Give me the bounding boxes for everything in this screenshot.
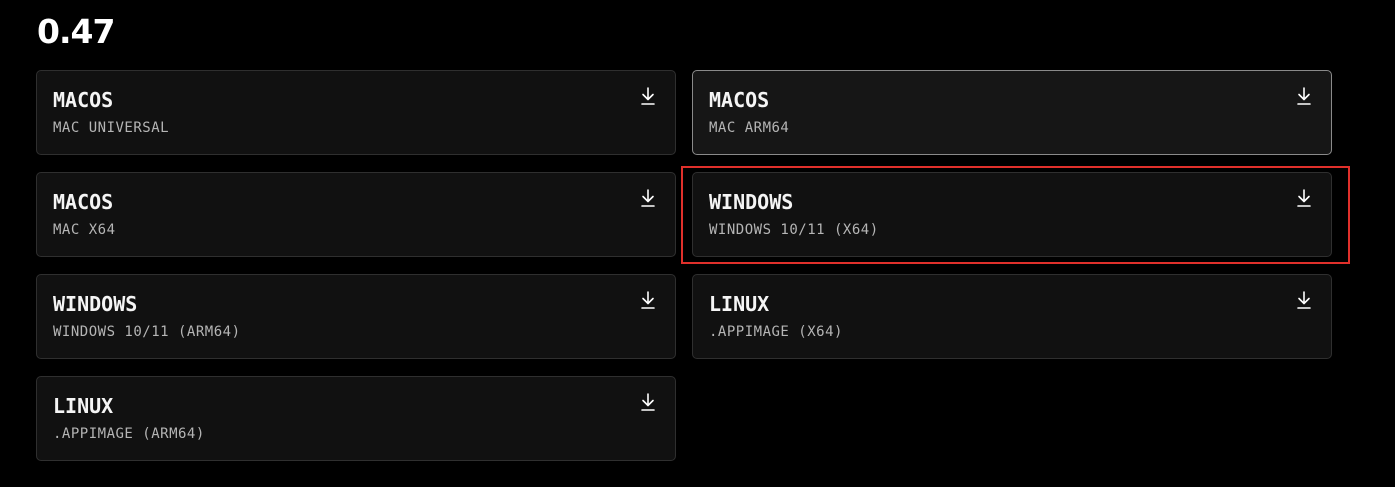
download-icon[interactable] bbox=[639, 188, 657, 208]
download-card-title: WINDOWS bbox=[53, 292, 138, 316]
download-card-title: LINUX bbox=[709, 292, 770, 316]
download-card-title: MACOS bbox=[53, 190, 114, 214]
download-card-mac-x64[interactable]: MACOS MAC X64 bbox=[36, 172, 676, 257]
download-card-linux-appimage-arm64[interactable]: LINUX .APPIMAGE (ARM64) bbox=[36, 376, 676, 461]
download-card-title: LINUX bbox=[53, 394, 114, 418]
download-card-subtitle: MAC X64 bbox=[53, 222, 116, 238]
download-card-subtitle: MAC UNIVERSAL bbox=[53, 120, 170, 136]
download-card-title: MACOS bbox=[53, 88, 114, 112]
download-card-subtitle: .APPIMAGE (X64) bbox=[709, 324, 843, 340]
download-card-subtitle: MAC ARM64 bbox=[709, 120, 790, 136]
download-icon[interactable] bbox=[1295, 290, 1313, 310]
download-icon[interactable] bbox=[1295, 86, 1313, 106]
download-card-mac-arm64[interactable]: MACOS MAC ARM64 bbox=[692, 70, 1332, 155]
download-card-subtitle: WINDOWS 10/11 (X64) bbox=[709, 222, 879, 238]
download-icon[interactable] bbox=[639, 290, 657, 310]
download-icon[interactable] bbox=[1295, 188, 1313, 208]
download-icon[interactable] bbox=[639, 86, 657, 106]
download-card-title: MACOS bbox=[709, 88, 770, 112]
download-card-mac-universal[interactable]: MACOS MAC UNIVERSAL bbox=[36, 70, 676, 155]
download-card-title: WINDOWS bbox=[709, 190, 794, 214]
download-icon[interactable] bbox=[639, 392, 657, 412]
version-title: 0.47 bbox=[37, 12, 115, 51]
download-card-linux-appimage-x64[interactable]: LINUX .APPIMAGE (X64) bbox=[692, 274, 1332, 359]
download-card-subtitle: .APPIMAGE (ARM64) bbox=[53, 426, 205, 442]
download-grid: MACOS MAC UNIVERSAL MACOS MAC ARM64 MACO… bbox=[36, 70, 1332, 461]
download-card-subtitle: WINDOWS 10/11 (ARM64) bbox=[53, 324, 241, 340]
download-card-windows-x64[interactable]: WINDOWS WINDOWS 10/11 (X64) bbox=[692, 172, 1332, 257]
download-card-windows-arm64[interactable]: WINDOWS WINDOWS 10/11 (ARM64) bbox=[36, 274, 676, 359]
